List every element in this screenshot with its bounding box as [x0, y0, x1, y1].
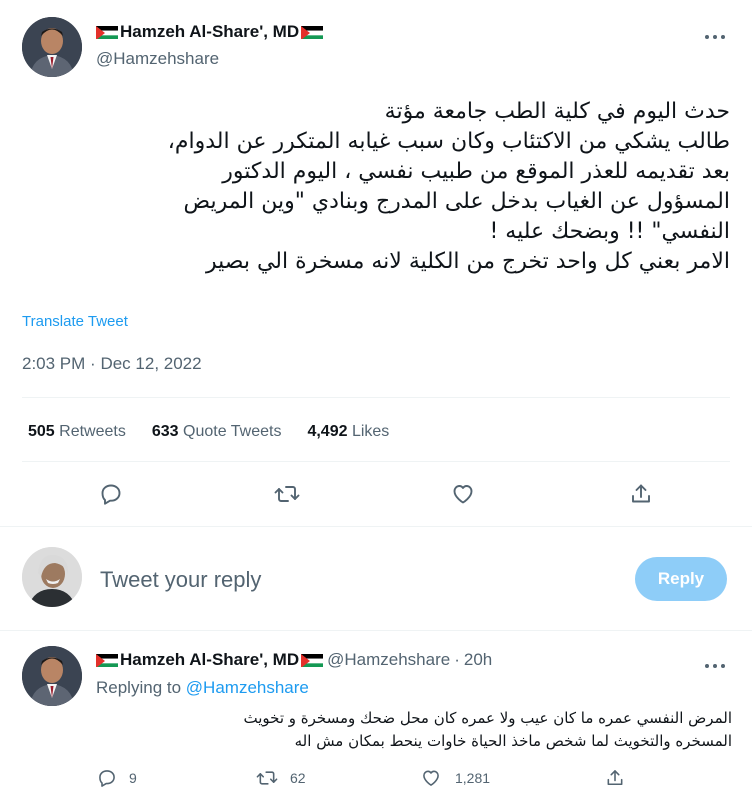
author-handle[interactable]: @Hamzehshare [96, 49, 219, 69]
palestine-flag-icon [96, 653, 118, 667]
retweets-stat[interactable]: 505 Retweets [28, 423, 126, 441]
translate-tweet-link[interactable]: Translate Tweet [22, 313, 128, 330]
reply-action-retweet[interactable]: 62 [256, 768, 306, 788]
reply-time-ago[interactable]: 20h [464, 650, 492, 670]
author-avatar[interactable] [22, 17, 82, 77]
retweet-count: 62 [290, 770, 306, 786]
likes-count: 4,492 [307, 423, 348, 440]
reply-bubble-icon [101, 484, 121, 505]
reply-bubble-icon [97, 768, 117, 788]
retweets-label: Retweets [59, 423, 126, 440]
reply-author-name: Hamzeh Al-Share', MD [120, 650, 300, 669]
author-name-row[interactable]: Hamzeh Al-Share', MD [96, 22, 324, 42]
more-horizontal-icon[interactable] [704, 653, 726, 674]
current-user-avatar[interactable] [22, 547, 82, 607]
engagement-stats: 505 Retweets 633 Quote Tweets 4,492 Like… [28, 423, 389, 441]
like-button[interactable] [449, 480, 477, 508]
like-count: 1,281 [455, 770, 491, 786]
divider [22, 461, 730, 462]
quote-tweets-label: Quote Tweets [183, 423, 282, 440]
author-avatar-image [22, 17, 82, 77]
reply-separator: · [454, 650, 460, 669]
tweet-date: Dec 12, 2022 [100, 354, 202, 373]
palestine-flag-icon [301, 25, 324, 39]
divider [0, 630, 752, 631]
palestine-flag-icon [96, 25, 118, 39]
tweet-text: حدث اليوم في كلية الطب جامعة مؤتة طالب ي… [167, 99, 730, 274]
reply-author-handle[interactable]: @Hamzehshare [327, 650, 450, 670]
divider [22, 397, 730, 398]
reply-action-share[interactable] [605, 768, 625, 788]
heart-icon [421, 768, 441, 788]
current-user-avatar-image [22, 547, 82, 607]
tweet-time: 2:03 PM [22, 354, 86, 373]
replying-to-line: Replying to @Hamzehshare [96, 678, 309, 698]
reply-header: Hamzeh Al-Share', MD @Hamzehshare · 20h [96, 650, 492, 670]
retweet-icon [274, 486, 300, 502]
heart-icon [453, 485, 473, 504]
reply-submit-button[interactable]: Reply [635, 557, 727, 601]
likes-label: Likes [351, 423, 390, 440]
divider [0, 526, 752, 527]
share-upload-icon [632, 484, 650, 503]
reply-count: 9 [129, 770, 137, 786]
retweet-button[interactable] [273, 480, 301, 508]
quote-tweets-count: 633 [151, 423, 179, 440]
reply-author-name-row[interactable]: Hamzeh Al-Share', MD [96, 650, 324, 670]
replying-to-handle[interactable]: @Hamzehshare [186, 678, 309, 697]
retweet-icon [256, 768, 278, 788]
author-name: Hamzeh Al-Share', MD [120, 22, 300, 41]
timestamp-separator: · [90, 354, 96, 373]
more-horizontal-icon[interactable] [704, 24, 726, 45]
replying-to-label: Replying to [96, 678, 182, 697]
likes-stat[interactable]: 4,492 Likes [307, 423, 389, 441]
reply-action-like[interactable]: 1,281 [421, 768, 490, 788]
quote-tweets-stat[interactable]: 633 Quote Tweets [152, 423, 282, 441]
reply-action-reply[interactable]: 9 [97, 768, 137, 788]
share-upload-icon [607, 770, 623, 786]
retweets-count: 505 [28, 423, 55, 440]
reply-button[interactable] [97, 480, 125, 508]
reply-tweet-text: المرض النفسي عمره ما كان عيب ولا عمره كا… [243, 709, 733, 750]
palestine-flag-icon [301, 653, 324, 667]
reply-author-avatar[interactable] [22, 646, 82, 706]
reply-input[interactable]: Tweet your reply [100, 567, 261, 593]
share-button[interactable] [627, 480, 655, 508]
tweet-timestamp[interactable]: 2:03 PM · Dec 12, 2022 [22, 354, 202, 374]
reply-author-avatar-image [22, 646, 82, 706]
